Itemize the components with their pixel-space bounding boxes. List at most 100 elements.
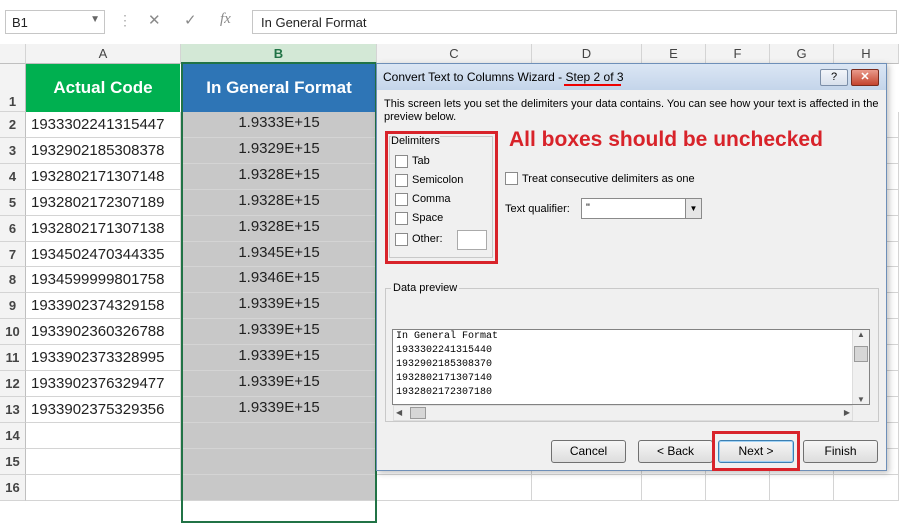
row-header[interactable]: 16 bbox=[0, 475, 26, 501]
header-general-format[interactable]: In General Format bbox=[182, 64, 376, 112]
row-header[interactable]: 12 bbox=[0, 371, 26, 397]
checkbox-box[interactable] bbox=[395, 154, 408, 168]
cell-general-format[interactable]: 1.9339E+15 bbox=[181, 397, 377, 423]
column-header-h[interactable]: H bbox=[834, 44, 899, 64]
cell-general-format[interactable]: 1.9328E+15 bbox=[181, 164, 377, 190]
scroll-left-icon[interactable]: ◀ bbox=[396, 408, 402, 417]
row-header[interactable]: 7 bbox=[0, 242, 26, 267]
empty-cell[interactable] bbox=[377, 475, 532, 501]
cell-general-format[interactable]: 1.9339E+15 bbox=[181, 345, 377, 371]
column-header-a[interactable]: A bbox=[26, 44, 181, 64]
column-header-g[interactable]: G bbox=[770, 44, 834, 64]
checkbox-comma[interactable]: Comma bbox=[395, 191, 451, 207]
row-header[interactable]: 8 bbox=[0, 267, 26, 293]
scroll-up-icon[interactable]: ▲ bbox=[853, 330, 869, 339]
checkbox-semicolon[interactable]: Semicolon bbox=[395, 172, 463, 188]
cell-actual-code[interactable]: 1932802171307138 bbox=[26, 216, 181, 242]
cell-actual-code[interactable]: 1933902375329356 bbox=[26, 397, 181, 423]
help-button[interactable]: ? bbox=[820, 69, 848, 86]
cell-general-format[interactable]: 1.9329E+15 bbox=[181, 138, 377, 164]
next-button[interactable]: Next > bbox=[718, 440, 794, 463]
cell-general-format[interactable]: 1.9328E+15 bbox=[181, 190, 377, 216]
cell-actual-code[interactable]: 1932902185308378 bbox=[26, 138, 181, 164]
chevron-down-icon[interactable]: ▼ bbox=[90, 14, 100, 25]
scroll-right-icon[interactable]: ▶ bbox=[844, 408, 850, 417]
empty-cell[interactable] bbox=[642, 475, 706, 501]
row-header[interactable]: 1 bbox=[0, 64, 26, 112]
row-header[interactable]: 3 bbox=[0, 138, 26, 164]
cell-actual-code[interactable]: 1934502470344335 bbox=[26, 242, 181, 267]
row-header[interactable]: 6 bbox=[0, 216, 26, 242]
preview-horizontal-scrollbar[interactable]: ◀ ▶ bbox=[393, 405, 853, 421]
cell-actual-code[interactable]: 1933902374329158 bbox=[26, 293, 181, 319]
cell-actual-code[interactable]: 1932802172307189 bbox=[26, 190, 181, 216]
back-button[interactable]: < Back bbox=[638, 440, 713, 463]
text-qualifier-select[interactable]: " ▼ bbox=[581, 198, 702, 219]
row-header[interactable]: 14 bbox=[0, 423, 26, 449]
scroll-thumb[interactable] bbox=[410, 407, 426, 419]
checkbox-box[interactable] bbox=[505, 172, 518, 185]
cell-general-format[interactable]: 1.9345E+15 bbox=[181, 242, 377, 267]
cell-general-format[interactable]: 1.9339E+15 bbox=[181, 293, 377, 319]
preview-vertical-scrollbar[interactable]: ▲ ▼ bbox=[852, 330, 869, 404]
cell-actual-code[interactable]: 1934599999801758 bbox=[26, 267, 181, 293]
drag-handle-icon[interactable]: ⋮ bbox=[118, 12, 132, 32]
empty-cell[interactable] bbox=[834, 475, 899, 501]
cell-general-format[interactable] bbox=[181, 423, 377, 449]
scroll-thumb[interactable] bbox=[854, 346, 868, 362]
checkbox-box[interactable] bbox=[395, 192, 408, 206]
data-preview-box[interactable]: In General Format 1933302241315440 19329… bbox=[392, 329, 870, 405]
row-header[interactable]: 10 bbox=[0, 319, 26, 345]
column-header-f[interactable]: F bbox=[706, 44, 770, 64]
header-actual-code[interactable]: Actual Code bbox=[26, 64, 181, 112]
cell-general-format[interactable] bbox=[181, 449, 377, 475]
cell-actual-code[interactable]: 1933302241315447 bbox=[26, 112, 181, 138]
cell-actual-code[interactable] bbox=[26, 475, 181, 501]
empty-cell[interactable] bbox=[770, 475, 834, 501]
row-header[interactable]: 11 bbox=[0, 345, 26, 371]
column-header-d[interactable]: D bbox=[532, 44, 642, 64]
cell-actual-code[interactable]: 1933902373328995 bbox=[26, 345, 181, 371]
checkbox-consecutive[interactable]: Treat consecutive delimiters as one bbox=[505, 172, 695, 185]
cell-actual-code[interactable]: 1933902376329477 bbox=[26, 371, 181, 397]
empty-cell[interactable] bbox=[706, 475, 770, 501]
row-header[interactable]: 9 bbox=[0, 293, 26, 319]
chevron-down-icon[interactable]: ▼ bbox=[685, 199, 701, 218]
cell-actual-code[interactable]: 1932802171307148 bbox=[26, 164, 181, 190]
formula-input[interactable]: In General Format bbox=[252, 10, 897, 34]
checkbox-space[interactable]: Space bbox=[395, 210, 443, 226]
scroll-down-icon[interactable]: ▼ bbox=[853, 395, 869, 404]
cell-general-format[interactable]: 1.9339E+15 bbox=[181, 319, 377, 345]
cancel-button[interactable]: Cancel bbox=[551, 440, 626, 463]
cell-general-format[interactable]: 1.9328E+15 bbox=[181, 216, 377, 242]
cell-general-format[interactable] bbox=[181, 475, 377, 501]
row-header[interactable]: 5 bbox=[0, 190, 26, 216]
checkbox-tab[interactable]: Tab bbox=[395, 153, 430, 169]
select-all-corner[interactable] bbox=[0, 44, 26, 64]
cell-general-format[interactable]: 1.9339E+15 bbox=[181, 371, 377, 397]
close-button[interactable]: ✕ bbox=[851, 69, 879, 86]
other-delimiter-input[interactable] bbox=[457, 230, 487, 250]
checkbox-box[interactable] bbox=[395, 173, 408, 187]
checkbox-box[interactable] bbox=[395, 211, 408, 225]
cancel-icon[interactable]: ✕ bbox=[148, 11, 161, 29]
cell-general-format[interactable]: 1.9346E+15 bbox=[181, 267, 377, 293]
checkbox-other[interactable]: Other: bbox=[395, 231, 443, 247]
cell-actual-code[interactable]: 1933902360326788 bbox=[26, 319, 181, 345]
column-header-b[interactable]: B bbox=[181, 44, 377, 64]
cell-actual-code[interactable] bbox=[26, 423, 181, 449]
finish-button[interactable]: Finish bbox=[803, 440, 878, 463]
row-header[interactable]: 2 bbox=[0, 112, 26, 138]
row-header[interactable]: 4 bbox=[0, 164, 26, 190]
cell-actual-code[interactable] bbox=[26, 449, 181, 475]
empty-cell[interactable] bbox=[532, 475, 642, 501]
cell-general-format[interactable]: 1.9333E+15 bbox=[181, 112, 377, 138]
column-header-e[interactable]: E bbox=[642, 44, 706, 64]
row-header[interactable]: 13 bbox=[0, 397, 26, 423]
name-box[interactable]: B1 ▼ bbox=[5, 10, 105, 34]
insert-function-icon[interactable]: fx bbox=[220, 11, 231, 28]
enter-icon[interactable]: ✓ bbox=[184, 11, 197, 29]
row-header[interactable]: 15 bbox=[0, 449, 26, 475]
dialog-title-bar[interactable]: Convert Text to Columns Wizard - Step 2 … bbox=[377, 64, 886, 90]
column-header-c[interactable]: C bbox=[377, 44, 532, 64]
